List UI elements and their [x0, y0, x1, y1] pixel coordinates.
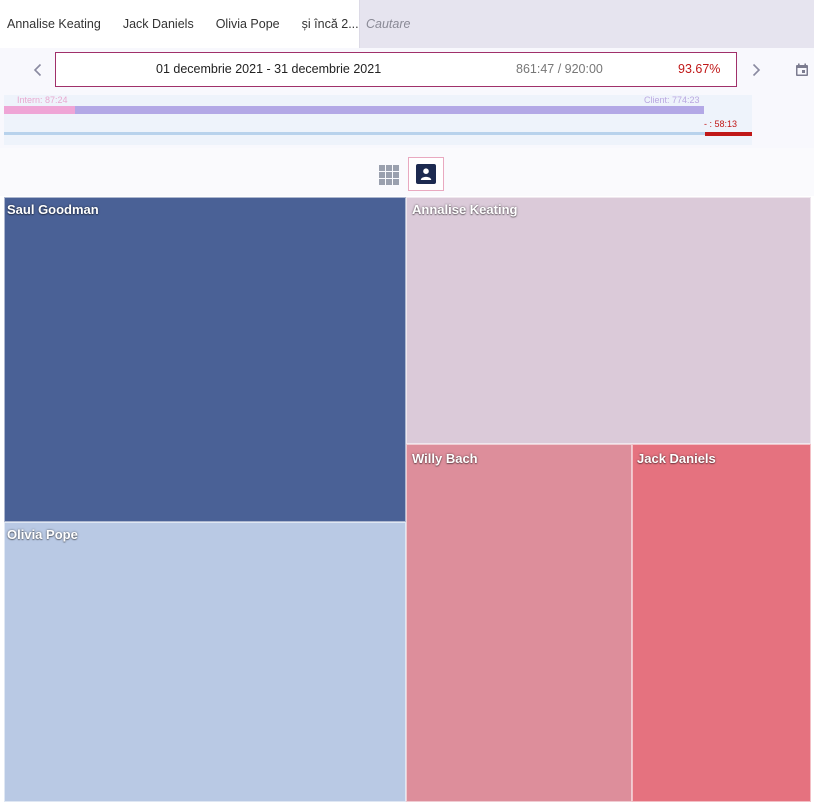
- chevron-right-icon: [752, 63, 761, 77]
- chevron-left-icon: [33, 63, 42, 77]
- filter-bar: Annalise Keating Jack Daniels Olivia Pop…: [0, 0, 814, 48]
- tile-label: Annalise Keating: [412, 202, 518, 217]
- employee-treemap: Saul Goodman Olivia Pope Annalise Keatin…: [4, 197, 811, 802]
- search-input[interactable]: [360, 0, 814, 48]
- next-period-button[interactable]: [744, 58, 768, 82]
- grid-icon: [379, 165, 399, 185]
- filter-tag-annalise-keating[interactable]: Annalise Keating: [0, 0, 112, 48]
- view-toggle: [0, 148, 814, 196]
- search-box: [359, 0, 814, 48]
- tile-label: Willy Bach: [412, 451, 478, 466]
- client-hours-bar: [74, 106, 704, 114]
- period-area: 01 decembrie 2021 - 31 decembrie 2021 86…: [0, 48, 814, 148]
- remaining-hours-label: - : 58:13: [704, 119, 738, 129]
- hours-split-bar: [4, 106, 704, 114]
- period-hours: 861:47 / 920:00: [516, 62, 603, 76]
- budget-bar: [4, 132, 752, 135]
- period-percent: 93.67%: [678, 62, 721, 76]
- filter-tag-more[interactable]: și încă 2...: [291, 0, 370, 48]
- hours-bars: Intern: 87:24 Client: 774:23 - : 58:13: [4, 95, 752, 145]
- calendar-icon: [796, 63, 808, 76]
- filter-tags: Annalise Keating Jack Daniels Olivia Pop…: [0, 0, 370, 48]
- treemap-tile-saul-goodman[interactable]: Saul Goodman: [4, 197, 406, 522]
- filter-tag-olivia-pope[interactable]: Olivia Pope: [205, 0, 291, 48]
- person-icon: [416, 164, 436, 184]
- treemap-tile-jack-daniels[interactable]: Jack Daniels: [632, 444, 811, 802]
- treemap-tile-willy-bach[interactable]: Willy Bach: [406, 444, 632, 802]
- remaining-hours-bar: [704, 132, 752, 136]
- calendar-button[interactable]: [790, 58, 814, 82]
- treemap-tile-annalise-keating[interactable]: Annalise Keating: [406, 197, 811, 444]
- filter-tag-jack-daniels[interactable]: Jack Daniels: [112, 0, 205, 48]
- prev-period-button[interactable]: [26, 58, 50, 82]
- treemap-tile-olivia-pope[interactable]: Olivia Pope: [4, 522, 406, 802]
- client-hours-label: Client: 774:23: [644, 95, 700, 105]
- intern-hours-label: Intern: 87:24: [17, 95, 68, 105]
- period-selector[interactable]: 01 decembrie 2021 - 31 decembrie 2021 86…: [55, 52, 737, 87]
- grid-view-button[interactable]: [378, 164, 400, 186]
- tile-label: Saul Goodman: [7, 202, 99, 217]
- period-range: 01 decembrie 2021 - 31 decembrie 2021: [156, 62, 382, 76]
- person-view-button[interactable]: [408, 157, 444, 191]
- tile-label: Olivia Pope: [7, 527, 78, 542]
- intern-hours-bar: [4, 106, 75, 114]
- tile-label: Jack Daniels: [637, 451, 716, 466]
